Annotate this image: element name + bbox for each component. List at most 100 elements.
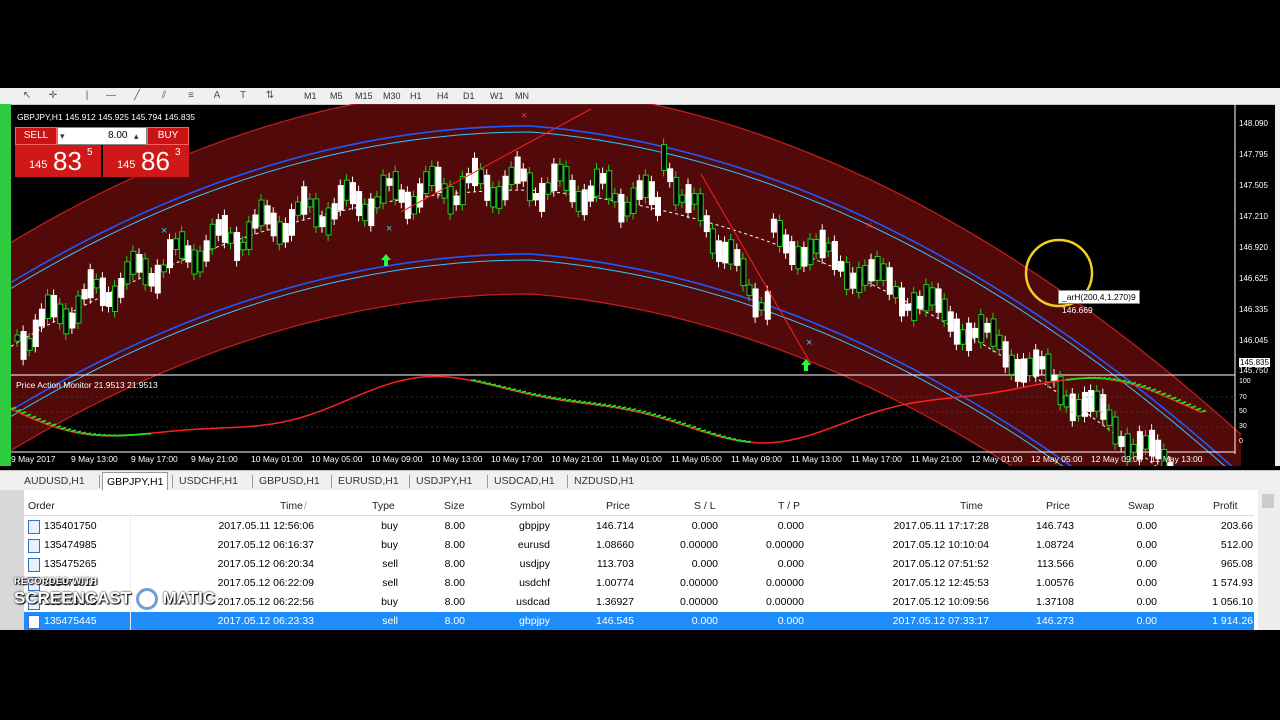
column-header[interactable]: S / L: [694, 500, 716, 512]
candle-body: [484, 174, 491, 201]
candle-body: [758, 302, 765, 311]
lot-increase-icon[interactable]: ▴: [134, 128, 139, 144]
buy-price-box[interactable]: 145 86 3: [103, 145, 189, 177]
cell-close-price: 146.273: [1036, 615, 1074, 627]
candle-body: [1106, 409, 1113, 426]
column-divider: [130, 517, 131, 536]
screencast-watermark: RECORDED WITH SCREENCAST MATIC: [14, 576, 215, 610]
crosshair-value: 146.669: [1062, 305, 1093, 315]
candle-body: [1149, 429, 1156, 457]
lot-value[interactable]: 8.00: [108, 128, 127, 144]
candle-body: [655, 196, 661, 216]
candle-body: [673, 176, 680, 206]
timeframe-h4[interactable]: H4: [437, 90, 449, 102]
timeframe-m5[interactable]: M5: [330, 90, 343, 102]
timeframe-d1[interactable]: D1: [463, 90, 475, 102]
candle-body: [886, 267, 893, 295]
column-header[interactable]: Price: [1046, 500, 1070, 512]
cell-close-time: 2017.05.12 10:10:04: [892, 539, 989, 551]
timeframe-h1[interactable]: H1: [410, 90, 422, 102]
lot-decrease-icon[interactable]: ▾: [60, 128, 65, 144]
sell-price-box[interactable]: 145 83 5: [15, 145, 101, 177]
cell-profit: 965.08: [1220, 558, 1253, 570]
timeframe-m1[interactable]: M1: [304, 90, 317, 102]
buy-button[interactable]: BUY: [147, 127, 189, 145]
table-scrollbar[interactable]: [1258, 490, 1280, 630]
candle-body: [221, 214, 228, 243]
column-header[interactable]: Time: [960, 500, 983, 512]
order-id: 135401750: [44, 520, 97, 532]
trendline-icon[interactable]: ╱: [130, 89, 144, 103]
channel-icon[interactable]: ⫽: [157, 89, 171, 103]
scroll-up-icon[interactable]: [1262, 494, 1274, 508]
time-axis-label: 9 May 17:00: [131, 454, 178, 464]
column-header[interactable]: Swap: [1128, 500, 1154, 512]
candle-body: [929, 287, 936, 306]
candle-body: [764, 291, 771, 320]
tab-usdcad-h1[interactable]: USDCAD,H1: [490, 474, 559, 489]
candle-body: [947, 311, 954, 332]
horizontal-line-icon[interactable]: —: [104, 89, 118, 103]
cell-tp: 0.000: [777, 520, 804, 532]
candle-body: [1143, 435, 1149, 450]
cell-time: 2017.05.11 12:56:06: [218, 520, 314, 532]
price-scale-label: 147.505: [1239, 181, 1268, 190]
table-row[interactable]: 135474985 2017.05.12 06:16:37 buy 8.00 eurus…: [24, 536, 1254, 555]
candle-body: [966, 322, 973, 352]
tab-gbpusd-h1[interactable]: GBPUSD,H1: [255, 474, 324, 489]
column-header[interactable]: /: [304, 500, 307, 512]
tab-separator: [252, 475, 253, 488]
time-axis-label: 11 May 05:00: [671, 454, 722, 464]
time-axis-label: 12 May 01:00: [971, 454, 1023, 464]
column-header[interactable]: Profit: [1213, 500, 1238, 512]
candle-body: [953, 318, 960, 345]
timeframe-m30[interactable]: M30: [383, 90, 401, 102]
column-header[interactable]: Size: [444, 500, 464, 512]
timeframe-w1[interactable]: W1: [490, 90, 504, 102]
oscillator-scale-label: 30: [1239, 423, 1247, 430]
price-chart[interactable]: × × × × ×: [11, 104, 1275, 466]
cell-sl: 0.00000: [680, 577, 718, 589]
candle-body: [618, 193, 625, 223]
price-scale-label: 145.750: [1239, 366, 1268, 375]
crosshair-icon[interactable]: ✛: [46, 89, 60, 103]
cell-sl: 0.000: [691, 615, 718, 627]
sell-price-fraction: 5: [87, 147, 93, 158]
fibonacci-icon[interactable]: ≡: [184, 89, 198, 103]
arrows-icon[interactable]: ⇅: [263, 89, 277, 103]
column-header[interactable]: Symbol: [510, 500, 545, 512]
sell-marker-icon: ×: [866, 220, 872, 232]
timeframe-mn[interactable]: MN: [515, 90, 529, 102]
table-row[interactable]: 135475265 2017.05.12 06:20:34 sell 8.00 usdj…: [24, 555, 1254, 574]
cursor-icon[interactable]: ↖: [20, 89, 34, 103]
column-header[interactable]: Time: [280, 500, 303, 512]
candle-body: [783, 234, 790, 254]
table-row[interactable]: 135475445 2017.05.12 06:23:33 sell 8.00 gbpj…: [24, 612, 1254, 631]
column-header[interactable]: Price: [606, 500, 630, 512]
candle-body: [87, 269, 94, 299]
tab-eurusd-h1[interactable]: EURUSD,H1: [334, 474, 403, 489]
chart-toolbar: ↖ ✛ | — ╱ ⫽ ≡ A T ⇅ M1 M5 M15 M30 H1 H4 D1 W1 MN: [0, 88, 1280, 105]
candle-body: [398, 189, 405, 203]
text-a-icon[interactable]: A: [210, 89, 224, 103]
tab-gbpjpy-h1[interactable]: GBPJPY,H1: [102, 472, 169, 491]
price-scale-label: 147.795: [1239, 150, 1268, 159]
tab-nzdusd-h1[interactable]: NZDUSD,H1: [570, 474, 638, 489]
tab-audusd-h1[interactable]: AUDUSD,H1: [20, 474, 89, 489]
column-header[interactable]: Type: [372, 500, 395, 512]
tab-usdjpy-h1[interactable]: USDJPY,H1: [412, 474, 476, 489]
table-row[interactable]: 135401750 2017.05.11 12:56:06 buy 8.00 gbpjp…: [24, 517, 1254, 536]
text-label-icon[interactable]: T: [236, 89, 250, 103]
timeframe-m15[interactable]: M15: [355, 90, 373, 102]
cell-close-time: 2017.05.12 12:45:53: [892, 577, 989, 589]
candle-body: [289, 209, 295, 236]
column-header[interactable]: Order: [28, 500, 55, 512]
candle-body: [69, 312, 76, 329]
lot-size-field[interactable]: ▾ 8.00 ▴: [57, 127, 147, 145]
tab-usdchf-h1[interactable]: USDCHF,H1: [175, 474, 242, 489]
sell-button[interactable]: SELL: [15, 127, 57, 145]
candle-body: [874, 256, 881, 281]
candle-body: [160, 264, 167, 273]
vertical-line-icon[interactable]: |: [80, 89, 94, 103]
column-header[interactable]: T / P: [778, 500, 800, 512]
